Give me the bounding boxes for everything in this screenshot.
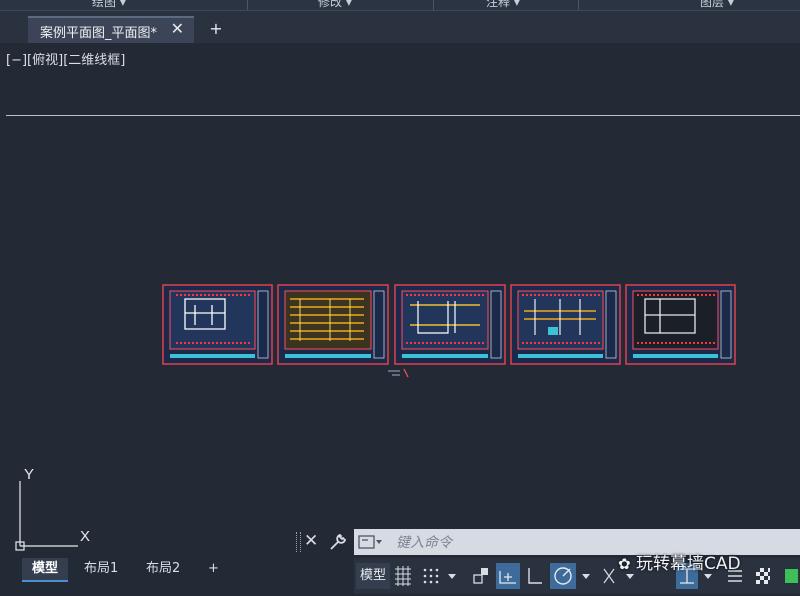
snap-icon[interactable] — [420, 563, 442, 589]
close-icon[interactable]: ✕ — [304, 531, 318, 551]
dynamic-input-icon[interactable] — [496, 563, 520, 589]
isodraft-icon[interactable] — [598, 563, 620, 589]
ribbon-panel-modify[interactable]: 修改 ▾ — [318, 0, 352, 10]
document-tab-bar: 案例平面图_平面图* ✕ + — [0, 11, 800, 43]
document-tab-label: 案例平面图_平面图* — [40, 26, 158, 41]
drawing-viewport[interactable]: [−][俯视][二维线框] Y X — [0, 43, 800, 558]
wrench-icon[interactable] — [328, 532, 348, 552]
tab-model[interactable]: 模型 — [22, 558, 69, 582]
ribbon-panel-titles: 绘图 ▾ 修改 ▾ 注释 ▾ 图层 ▾ — [0, 0, 800, 11]
ribbon-separator — [247, 0, 248, 10]
floor-plan-sheet-1[interactable] — [162, 284, 273, 365]
floor-plan-sheet-4[interactable] — [510, 284, 621, 365]
new-tab-button[interactable]: + — [205, 19, 227, 39]
ribbon-panel-annotate[interactable]: 注释 ▾ — [486, 0, 520, 10]
ribbon-panel-draw[interactable]: 绘图 ▾ — [92, 0, 126, 10]
watermark-text: 玩转幕墙CAD — [635, 554, 741, 574]
ribbon-separator — [578, 0, 579, 10]
ucs-x-label: X — [80, 528, 90, 545]
floor-plan-sheet-3[interactable] — [394, 284, 506, 365]
wechat-icon: ✿ — [618, 555, 631, 573]
chevron-down-icon[interactable] — [580, 563, 592, 589]
ucs-y-label: Y — [24, 466, 34, 483]
document-tab[interactable]: 案例平面图_平面图* ✕ — [28, 16, 194, 43]
infer-constraints-icon[interactable] — [470, 563, 492, 589]
model-space-button[interactable]: 模型 — [356, 563, 391, 589]
drag-handle[interactable] — [296, 532, 301, 552]
add-layout-button[interactable]: + — [198, 558, 229, 580]
transparency-icon[interactable] — [752, 563, 774, 589]
tab-layout1[interactable]: 布局1 — [74, 558, 128, 580]
drawing-sheets — [162, 284, 736, 378]
ribbon-panel-layers[interactable]: 图层 ▾ — [700, 0, 734, 10]
polar-tracking-icon[interactable] — [550, 563, 576, 589]
floor-plan-sheet-5[interactable] — [625, 284, 736, 365]
selection-cycling-icon[interactable] — [782, 563, 800, 589]
ribbon-separator — [433, 0, 434, 10]
floor-plan-sheet-2[interactable] — [277, 284, 389, 365]
ortho-mode-icon[interactable] — [524, 563, 546, 589]
ucs-icon: Y X — [15, 466, 90, 551]
tab-layout2[interactable]: 布局2 — [136, 558, 190, 580]
grid-icon[interactable] — [392, 563, 414, 589]
watermark: ✿ 玩转幕墙CAD — [618, 549, 741, 574]
layout-tab-bar: 模型 布局1 布局2 + — [0, 558, 360, 582]
command-prompt-icon[interactable] — [358, 534, 382, 550]
chevron-down-icon[interactable] — [446, 563, 458, 589]
close-icon[interactable]: ✕ — [171, 19, 184, 38]
origin-marker — [388, 368, 409, 378]
